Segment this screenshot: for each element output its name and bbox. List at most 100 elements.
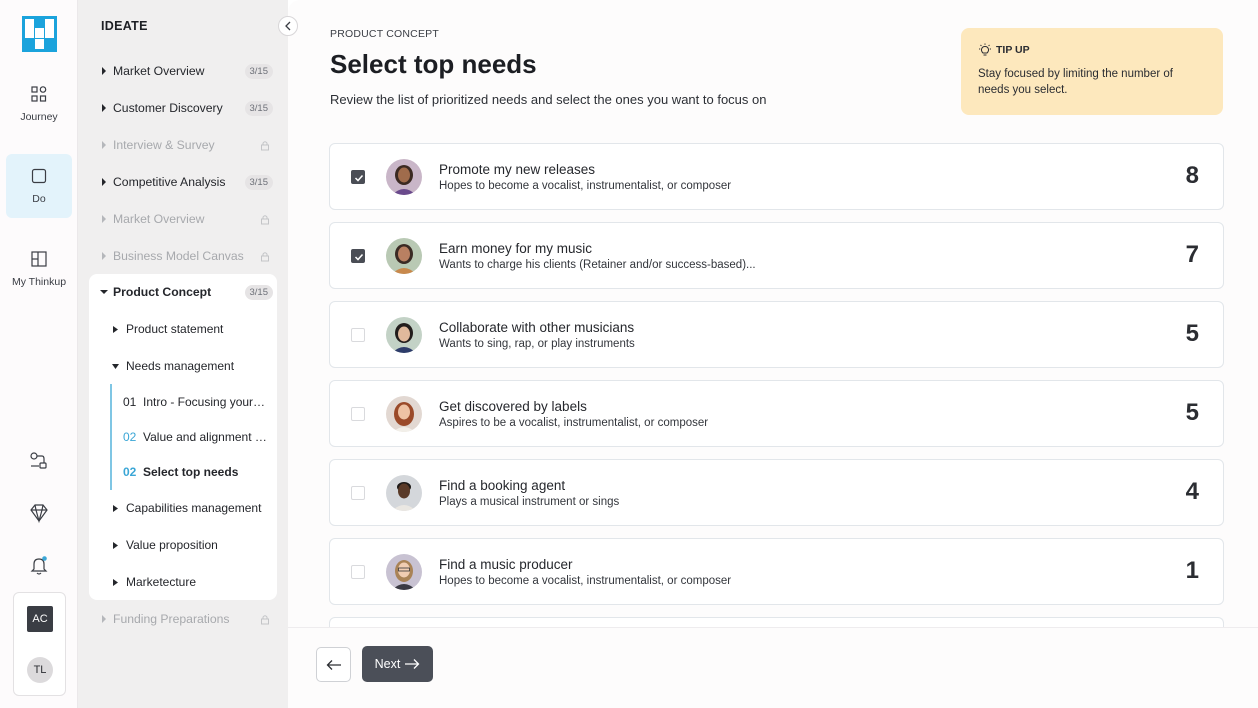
- tip-body: Stay focused by limiting the number of n…: [978, 68, 1173, 96]
- step-intro[interactable]: 01 Intro - Focusing your needs: [123, 391, 273, 413]
- collapse-sidebar-button[interactable]: [278, 16, 298, 36]
- arrow-left-icon: [326, 659, 341, 670]
- caret-right-icon: [110, 578, 120, 586]
- need-title: Promote my new releases: [439, 162, 596, 177]
- persona-avatar: [386, 159, 422, 195]
- thinkup-icon: [31, 251, 47, 267]
- need-row[interactable]: Promote my new releases Hopes to become …: [329, 143, 1224, 210]
- need-checkbox[interactable]: [351, 328, 365, 342]
- caret-right-icon: [110, 504, 120, 512]
- caret-right-icon: [98, 252, 110, 260]
- sidebar-item-customer-discovery[interactable]: Customer Discovery 3/15: [89, 95, 277, 121]
- sidebar-item-market-overview-2: Market Overview: [89, 206, 277, 232]
- lightbulb-icon: [979, 43, 991, 56]
- workspace-badge[interactable]: AC: [27, 606, 53, 632]
- need-row[interactable]: Collaborate with other musicians Wants t…: [329, 301, 1224, 368]
- do-icon: [31, 168, 47, 184]
- need-score: 7: [1185, 241, 1199, 268]
- need-row[interactable]: Get discovered by labels Aspires to be a…: [329, 380, 1224, 447]
- sub-item-marketecture[interactable]: Marketecture: [110, 570, 275, 594]
- bell-icon[interactable]: [28, 554, 50, 576]
- rail-my-thinkup[interactable]: My Thinkup: [6, 237, 72, 301]
- app-logo[interactable]: [22, 16, 57, 52]
- caret-down-icon: [110, 363, 120, 369]
- need-checkbox[interactable]: [351, 407, 365, 421]
- sub-item-capabilities-management[interactable]: Capabilities management: [110, 496, 275, 520]
- sidebar-item-label: Funding Preparations: [113, 612, 230, 626]
- sub-item-label: Product statement: [126, 322, 224, 336]
- diamond-icon[interactable]: [28, 502, 50, 524]
- sidebar-item-funding-preparations: Funding Preparations: [89, 606, 277, 632]
- caret-right-icon: [98, 615, 110, 623]
- rail-journey-label: Journey: [20, 111, 58, 123]
- need-checkbox[interactable]: [351, 249, 365, 263]
- arrow-right-icon: [405, 659, 420, 669]
- step-number: 02: [123, 430, 137, 444]
- step-value-alignment[interactable]: 02 Value and alignment matrix: [123, 426, 273, 448]
- progress-count: 3/15: [244, 63, 273, 79]
- lock-icon: [261, 214, 269, 224]
- rail-my-thinkup-label: My Thinkup: [11, 276, 67, 288]
- need-title: Find a booking agent: [439, 478, 566, 493]
- next-button[interactable]: Next: [362, 646, 433, 682]
- need-score: 5: [1185, 320, 1199, 347]
- step-number: 01: [123, 395, 137, 409]
- need-title: Earn money for my music: [439, 241, 593, 256]
- need-row[interactable]: Earn money for my music Wants to charge …: [329, 222, 1224, 289]
- tip-card: TIP UP Stay focused by limiting the numb…: [961, 28, 1223, 115]
- sidebar-heading: IDEATE: [101, 19, 148, 33]
- persona-avatar: [386, 554, 422, 590]
- need-description: Hopes to become a vocalist, instrumental…: [439, 575, 732, 587]
- need-row[interactable]: Find a music producer Hopes to become a …: [329, 538, 1224, 605]
- page-title: Select top needs: [330, 49, 537, 79]
- sidebar-item-label: Competitive Analysis: [113, 175, 226, 189]
- need-score: 4: [1185, 478, 1199, 505]
- sidebar-item-label: Market Overview: [113, 212, 205, 226]
- sidebar-item-market-overview[interactable]: Market Overview 3/15: [89, 58, 277, 84]
- step-label: Select top needs: [143, 465, 239, 479]
- tip-heading: TIP UP: [996, 44, 1030, 56]
- persona-avatar: [386, 475, 422, 511]
- need-score: 1: [1185, 557, 1199, 584]
- step-select-top-needs[interactable]: 02 Select top needs: [123, 461, 273, 483]
- need-checkbox[interactable]: [351, 565, 365, 579]
- sidebar-item-product-concept[interactable]: Product Concept 3/15: [89, 279, 277, 305]
- progress-count: 3/15: [244, 284, 273, 300]
- flow-icon[interactable]: [28, 450, 50, 472]
- need-description: Aspires to be a vocalist, instrumentalis…: [439, 417, 709, 429]
- journey-icon: [31, 86, 47, 102]
- lock-icon: [261, 251, 269, 261]
- sidebar-item-label: Customer Discovery: [113, 101, 223, 115]
- need-title: Find a music producer: [439, 557, 573, 572]
- sub-item-label: Marketecture: [126, 575, 197, 589]
- check-icon: [354, 174, 364, 182]
- caret-right-icon: [98, 141, 110, 149]
- lock-icon: [261, 140, 269, 150]
- rail-do[interactable]: Do: [6, 154, 72, 218]
- need-row[interactable]: Find a booking agent Plays a musical ins…: [329, 459, 1224, 526]
- sidebar-item-business-model-canvas: Business Model Canvas: [89, 243, 277, 269]
- sub-item-value-proposition[interactable]: Value proposition: [110, 533, 275, 557]
- need-description: Plays a musical instrument or sings: [439, 496, 620, 508]
- section-eyebrow: PRODUCT CONCEPT: [330, 28, 439, 40]
- need-description: Wants to sing, rap, or play instruments: [439, 338, 635, 350]
- sub-item-needs-management[interactable]: Needs management: [110, 354, 275, 378]
- need-checkbox[interactable]: [351, 170, 365, 184]
- user-switcher: AC TL: [13, 592, 66, 696]
- user-avatar[interactable]: TL: [27, 657, 53, 683]
- page-subtitle: Review the list of prioritized needs and…: [330, 92, 767, 107]
- next-button-label: Next: [374, 657, 401, 671]
- step-label: Value and alignment matrix: [143, 430, 268, 444]
- sidebar-item-competitive-analysis[interactable]: Competitive Analysis 3/15: [89, 169, 277, 195]
- need-checkbox[interactable]: [351, 486, 365, 500]
- sub-item-label: Value proposition: [126, 538, 218, 552]
- caret-right-icon: [98, 178, 110, 186]
- sub-item-product-statement[interactable]: Product statement: [110, 317, 275, 341]
- sub-item-label: Needs management: [126, 359, 235, 373]
- lock-icon: [261, 614, 269, 624]
- sidebar-item-label: Business Model Canvas: [113, 249, 244, 263]
- sidebar-item-label: Product Concept: [113, 285, 212, 299]
- rail-journey[interactable]: Journey: [6, 72, 72, 136]
- back-button[interactable]: [316, 647, 351, 682]
- sidebar-item-label: Market Overview: [113, 64, 205, 78]
